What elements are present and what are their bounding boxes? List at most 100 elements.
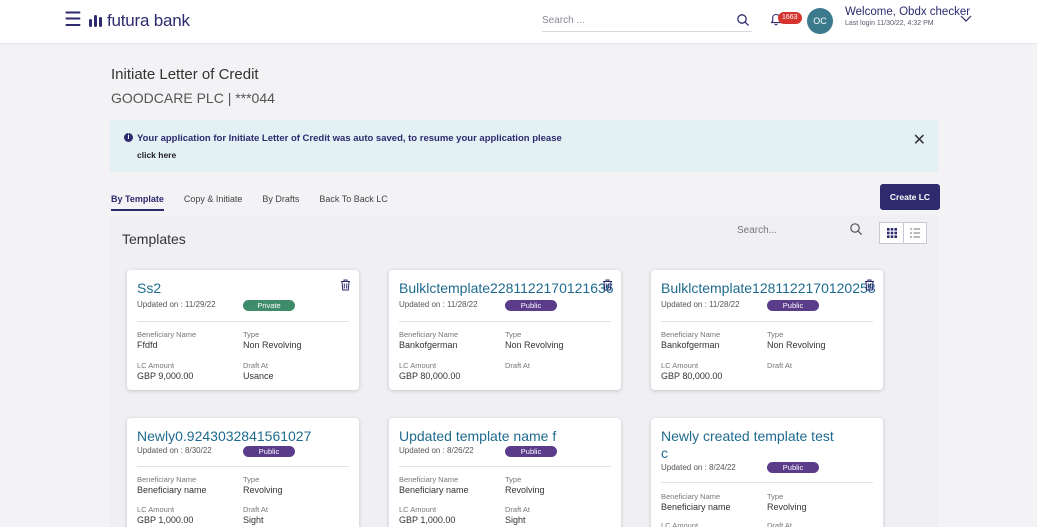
draft-label: Draft At xyxy=(243,505,269,514)
card-divider xyxy=(137,466,349,467)
beneficiary-label: Beneficiary Name xyxy=(399,475,459,484)
visibility-badge: Public xyxy=(505,446,557,457)
avatar[interactable]: OC xyxy=(807,8,833,34)
close-icon[interactable]: ✕ xyxy=(913,130,926,150)
grid-view-icon[interactable] xyxy=(879,222,903,244)
template-card[interactable]: Ss2 Updated on : 11/29/22 Private Benefi… xyxy=(127,270,359,390)
type-label: Type xyxy=(767,330,784,339)
amount-value: GBP 1,000.00 xyxy=(399,515,456,525)
updated-date: Updated on : 11/28/22 xyxy=(661,300,740,309)
template-card[interactable]: Bulklctemplate1281122170120258 Updated o… xyxy=(651,270,883,390)
updated-date: Updated on : 8/24/22 xyxy=(661,463,736,472)
amount-value: GBP 9,000.00 xyxy=(137,371,194,381)
type-label: Type xyxy=(505,475,522,484)
search-icon[interactable] xyxy=(849,222,863,241)
create-lc-button[interactable]: Create LC xyxy=(880,184,940,210)
visibility-badge: Public xyxy=(767,300,819,311)
template-search-placeholder: Search... xyxy=(737,225,778,236)
template-name[interactable]: Ss2 xyxy=(137,280,161,296)
updated-date: Updated on : 11/29/22 xyxy=(137,300,216,309)
top-header: ☰ futura bank Search ... 1663 OC Welcome… xyxy=(0,0,1037,44)
view-toggle xyxy=(879,222,927,244)
draft-label: Draft At xyxy=(243,361,269,370)
draft-value: Usance xyxy=(243,371,274,381)
tab-back-to-back-lc[interactable]: Back To Back LC xyxy=(319,194,387,211)
type-value: Revolving xyxy=(243,485,283,495)
card-divider xyxy=(661,321,873,322)
user-welcome[interactable]: Welcome, Obdx checker Last login 11/30/2… xyxy=(845,6,970,27)
draft-label: Draft At xyxy=(505,361,531,370)
beneficiary-label: Beneficiary Name xyxy=(137,330,197,339)
amount-label: LC Amount xyxy=(661,361,699,370)
beneficiary-value: Bankofgerman xyxy=(399,340,458,350)
draft-label: Draft At xyxy=(767,361,793,370)
visibility-badge: Private xyxy=(243,300,295,311)
autosave-alert: i Your application for Initiate Letter o… xyxy=(110,120,938,172)
template-name[interactable]: Bulklctemplate2281122170121636 xyxy=(399,280,614,296)
last-login-text: Last login 11/30/22, 4:32 PM xyxy=(845,20,934,27)
template-name[interactable]: Bulklctemplate1281122170120258 xyxy=(661,280,876,296)
tab-copy-initiate[interactable]: Copy & Initiate xyxy=(184,194,243,211)
template-card[interactable]: Newly0.9243032841561027 Updated on : 8/3… xyxy=(127,418,359,527)
type-label: Type xyxy=(243,330,260,339)
beneficiary-value: Beneficiary name xyxy=(399,485,469,495)
type-value: Revolving xyxy=(767,502,807,512)
updated-date: Updated on : 8/30/22 xyxy=(137,446,212,455)
type-label: Type xyxy=(243,475,260,484)
visibility-badge: Public xyxy=(243,446,295,457)
welcome-text: Welcome, Obdx checker xyxy=(845,6,971,18)
beneficiary-label: Beneficiary Name xyxy=(137,475,197,484)
brand-name: futura bank xyxy=(107,11,190,30)
card-divider xyxy=(399,321,611,322)
amount-label: LC Amount xyxy=(137,361,175,370)
type-value: Non Revolving xyxy=(243,340,302,350)
beneficiary-label: Beneficiary Name xyxy=(399,330,459,339)
template-name-continued[interactable]: c xyxy=(661,445,668,461)
trash-icon[interactable] xyxy=(602,278,613,296)
beneficiary-label: Beneficiary Name xyxy=(661,492,721,501)
amount-label: LC Amount xyxy=(399,505,437,514)
logo-icon xyxy=(88,13,104,29)
visibility-badge: Public xyxy=(767,462,819,473)
template-search-input[interactable]: Search... xyxy=(737,222,867,242)
type-label: Type xyxy=(767,492,784,501)
party-subtitle: GOODCARE PLC | ***044 xyxy=(111,90,275,106)
draft-label: Draft At xyxy=(505,505,531,514)
hamburger-icon[interactable]: ☰ xyxy=(64,10,82,30)
draft-label: Draft At xyxy=(767,521,793,527)
alert-message: Your application for Initiate Letter of … xyxy=(137,133,562,144)
brand-logo[interactable]: futura bank xyxy=(88,11,190,31)
list-view-icon[interactable] xyxy=(903,222,927,244)
beneficiary-value: Beneficiary name xyxy=(137,485,207,495)
card-divider xyxy=(399,466,611,467)
chevron-down-icon[interactable] xyxy=(960,10,972,28)
draft-value: Sight xyxy=(505,515,526,525)
amount-value: GBP 1,000.00 xyxy=(137,515,194,525)
template-name[interactable]: Newly0.9243032841561027 xyxy=(137,428,311,444)
amount-label: LC Amount xyxy=(399,361,437,370)
template-card[interactable]: Updated template name f Updated on : 8/2… xyxy=(389,418,621,527)
notification-count-badge[interactable]: 1663 xyxy=(778,12,802,24)
amount-value: GBP 80,000.00 xyxy=(661,371,723,381)
visibility-badge: Public xyxy=(505,300,557,311)
search-icon[interactable] xyxy=(736,13,750,32)
resume-link[interactable]: click here xyxy=(137,150,176,160)
trash-icon[interactable] xyxy=(864,278,875,296)
template-card[interactable]: Bulklctemplate2281122170121636 Updated o… xyxy=(389,270,621,390)
templates-heading: Templates xyxy=(122,231,186,247)
type-label: Type xyxy=(505,330,522,339)
template-name[interactable]: Newly created template test xyxy=(661,428,834,444)
tab-by-template[interactable]: By Template xyxy=(111,194,164,211)
card-divider xyxy=(137,321,349,322)
template-name[interactable]: Updated template name f xyxy=(399,428,556,444)
beneficiary-value: Bankofgerman xyxy=(661,340,720,350)
updated-date: Updated on : 8/26/22 xyxy=(399,446,474,455)
template-card[interactable]: Newly created template test c Updated on… xyxy=(651,418,883,527)
tab-by-drafts[interactable]: By Drafts xyxy=(262,194,299,211)
beneficiary-value: Beneficiary name xyxy=(661,502,731,512)
trash-icon[interactable] xyxy=(340,278,351,296)
search-placeholder: Search ... xyxy=(542,15,585,26)
global-search-input[interactable]: Search ... xyxy=(542,12,752,32)
draft-value: Sight xyxy=(243,515,264,525)
amount-value: GBP 80,000.00 xyxy=(399,371,461,381)
